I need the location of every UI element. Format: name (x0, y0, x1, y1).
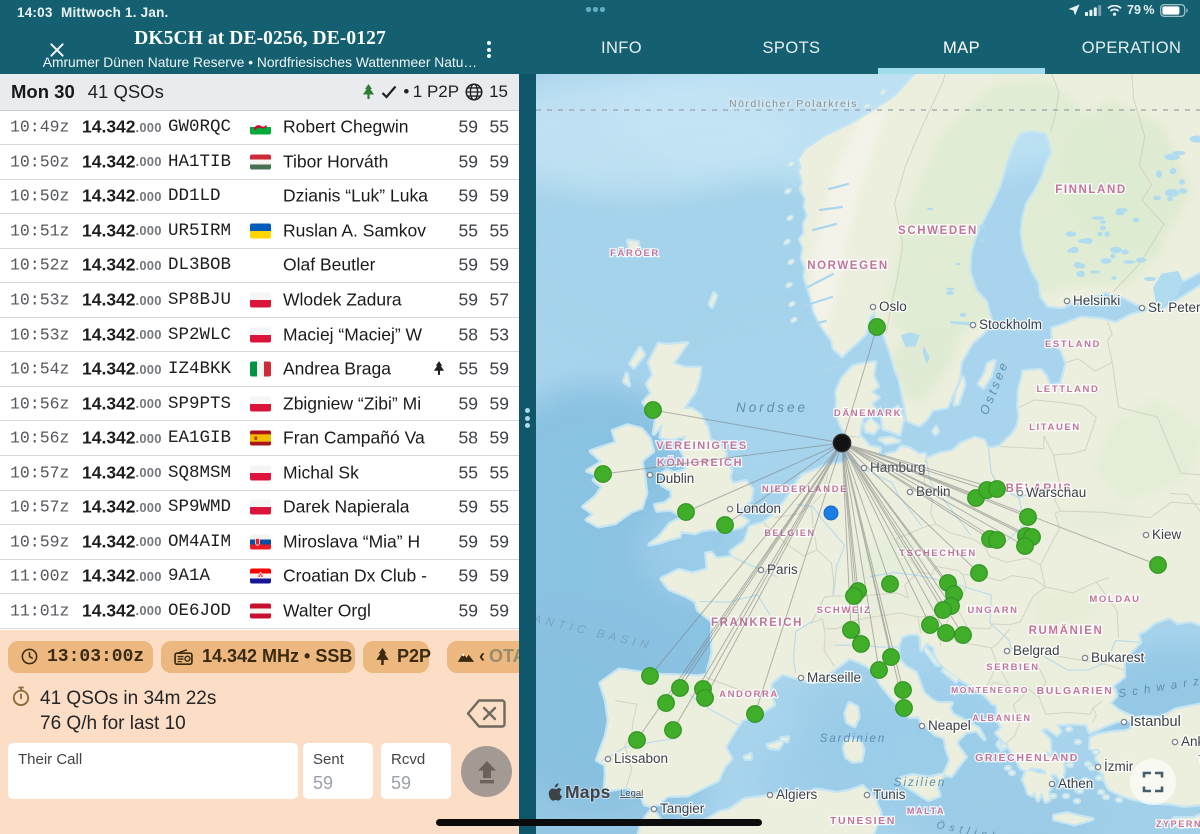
svg-text:Stockholm: Stockholm (979, 317, 1042, 332)
svg-text:Berlin: Berlin (916, 484, 951, 499)
svg-text:LETTLAND: LETTLAND (1037, 384, 1100, 395)
svg-text:Sardinien: Sardinien (820, 733, 887, 745)
svg-text:Bukarest: Bukarest (1091, 650, 1145, 665)
svg-text:Dublin: Dublin (656, 471, 694, 486)
svg-text:Maps: Maps (565, 782, 611, 802)
svg-text:FINNLAND: FINNLAND (1055, 184, 1127, 196)
svg-text:London: London (736, 501, 781, 516)
svg-text:ALBANIEN: ALBANIEN (972, 713, 1031, 723)
svg-text:ESTLAND: ESTLAND (1045, 339, 1101, 350)
svg-text:Tunis: Tunis (873, 787, 906, 802)
svg-text:Belgrad: Belgrad (1013, 643, 1060, 658)
svg-text:Kiew: Kiew (1152, 527, 1182, 542)
svg-text:Ank: Ank (1181, 734, 1200, 749)
svg-text:Helsinki: Helsinki (1073, 293, 1120, 308)
svg-text:Marseille: Marseille (807, 670, 861, 685)
svg-text:BULGARIEN: BULGARIEN (1037, 685, 1114, 697)
svg-text:Lissabon: Lissabon (614, 751, 668, 766)
svg-text:St. Petersb: St. Petersb (1148, 300, 1200, 315)
svg-text:RUMÄNIEN: RUMÄNIEN (1029, 624, 1104, 637)
svg-text:Istanbul: Istanbul (1130, 714, 1181, 730)
svg-text:MALTA: MALTA (907, 806, 945, 816)
svg-text:İzmir: İzmir (1104, 759, 1134, 774)
svg-text:Warschau: Warschau (1026, 485, 1086, 500)
svg-text:Tangier: Tangier (660, 801, 705, 816)
svg-text:Nordsee: Nordsee (736, 400, 808, 415)
svg-text:Neapel: Neapel (928, 718, 971, 733)
svg-text:NORWEGEN: NORWEGEN (807, 260, 889, 272)
svg-text:UNGARN: UNGARN (967, 605, 1018, 616)
svg-text:SCHWEDEN: SCHWEDEN (898, 225, 978, 237)
svg-text:BELGIEN: BELGIEN (764, 528, 815, 538)
svg-text:SCHWEIZ: SCHWEIZ (816, 605, 871, 616)
svg-text:VEREINIGTES: VEREINIGTES (656, 440, 748, 452)
svg-text:MOLDAU: MOLDAU (1089, 594, 1140, 605)
svg-text:GRIECHENLAND: GRIECHENLAND (975, 752, 1079, 764)
svg-text:Athen: Athen (1058, 776, 1093, 791)
svg-text:TUNESIEN: TUNESIEN (830, 815, 896, 827)
svg-text:SERBIEN: SERBIEN (986, 662, 1039, 673)
svg-text:ANDORRA: ANDORRA (719, 689, 779, 700)
svg-text:MONTENEGRO: MONTENEGRO (951, 685, 1029, 695)
svg-text:FÄRÖER: FÄRÖER (610, 248, 660, 259)
svg-text:Oslo: Oslo (879, 299, 907, 314)
svg-text:DÄNEMARK: DÄNEMARK (834, 408, 902, 419)
svg-text:Legal: Legal (620, 788, 643, 799)
svg-text:ZYPERN: ZYPERN (1156, 819, 1200, 829)
svg-text:Nördlicher Polarkreis: Nördlicher Polarkreis (729, 98, 858, 110)
svg-text:Algiers: Algiers (776, 787, 818, 802)
svg-text:LITAUEN: LITAUEN (1029, 422, 1081, 433)
svg-text:FRANKREICH: FRANKREICH (711, 617, 803, 629)
